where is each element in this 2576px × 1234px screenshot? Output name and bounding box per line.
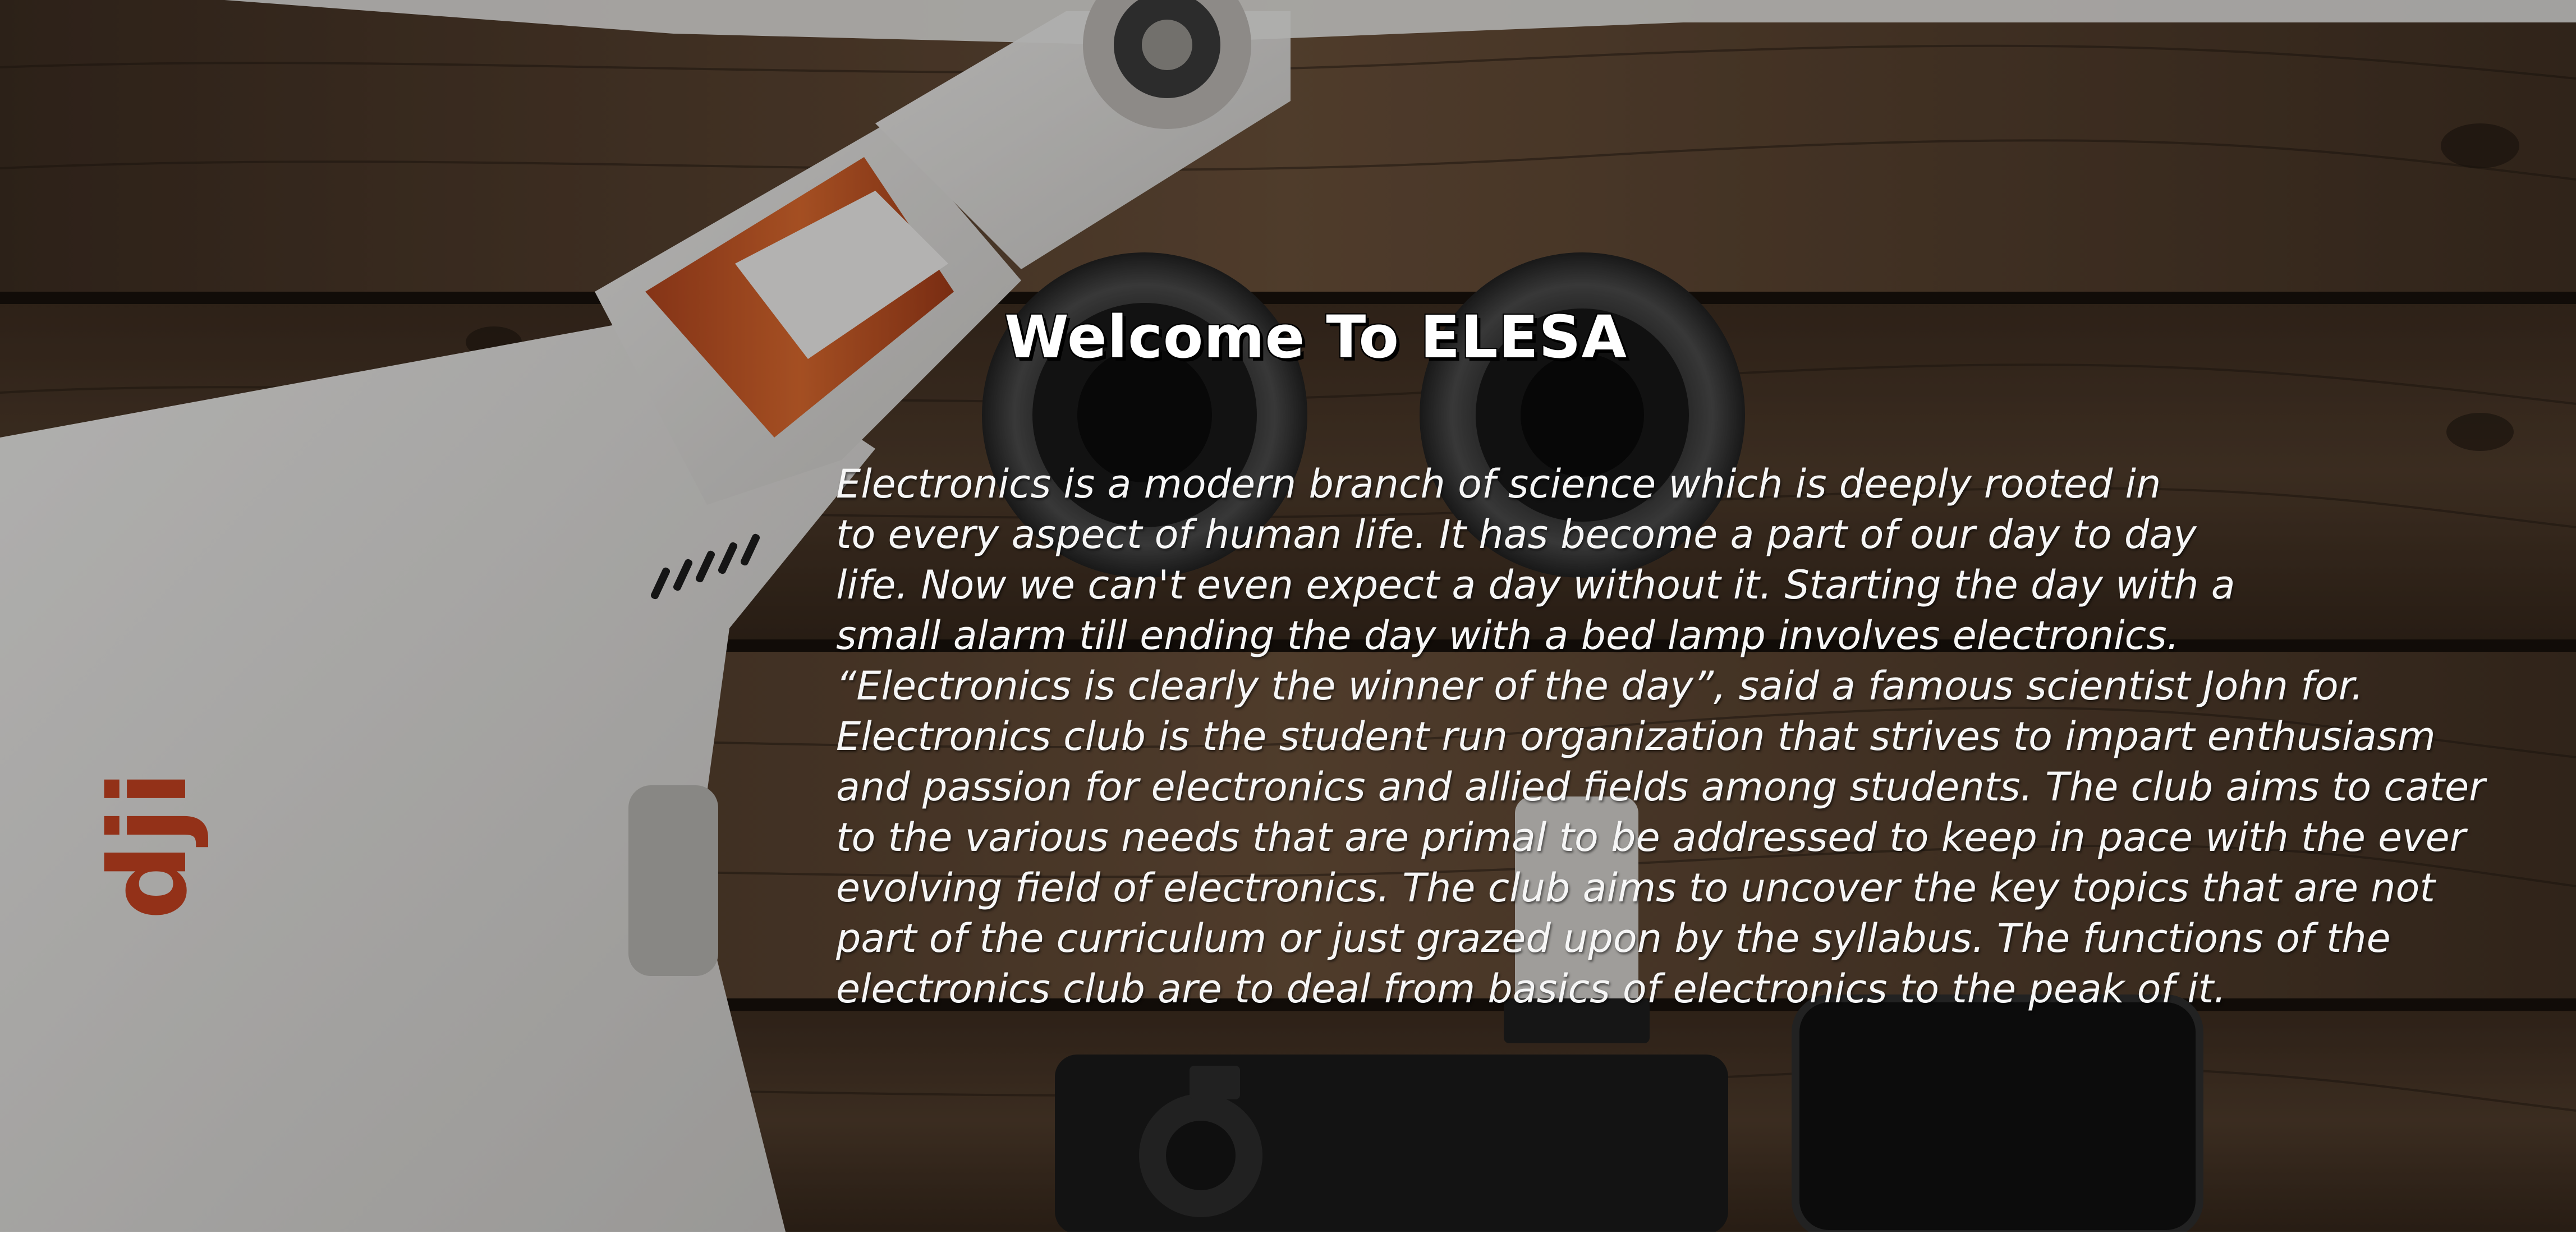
paragraph-line: small alarm till ending the day with a b… bbox=[836, 613, 2179, 659]
paragraph-line: and passion for electronics and allied f… bbox=[836, 764, 2485, 810]
paragraph-line: Electronics is a modern branch of scienc… bbox=[836, 461, 2161, 507]
paragraph-line: electronics club are to deal from basics… bbox=[836, 966, 2226, 1012]
paragraph-line: evolving field of electronics. The club … bbox=[836, 865, 2435, 911]
page-title: Welcome To ELESA bbox=[1004, 303, 1627, 371]
welcome-section: Welcome To ELESA Electronics is a modern… bbox=[0, 0, 2576, 1232]
paragraph-line: to the various needs that are primal to … bbox=[836, 814, 2466, 860]
paragraph-line: to every aspect of human life. It has be… bbox=[836, 512, 2197, 558]
intro-paragraph: Electronics is a modern branch of scienc… bbox=[836, 459, 2553, 1014]
paragraph-line: “Electronics is clearly the winner of th… bbox=[836, 663, 2364, 709]
paragraph-line: part of the curriculum or just grazed up… bbox=[836, 915, 2391, 961]
paragraph-line: Electronics club is the student run orga… bbox=[836, 713, 2436, 759]
paragraph-line: life. Now we can't even expect a day wit… bbox=[836, 562, 2235, 608]
